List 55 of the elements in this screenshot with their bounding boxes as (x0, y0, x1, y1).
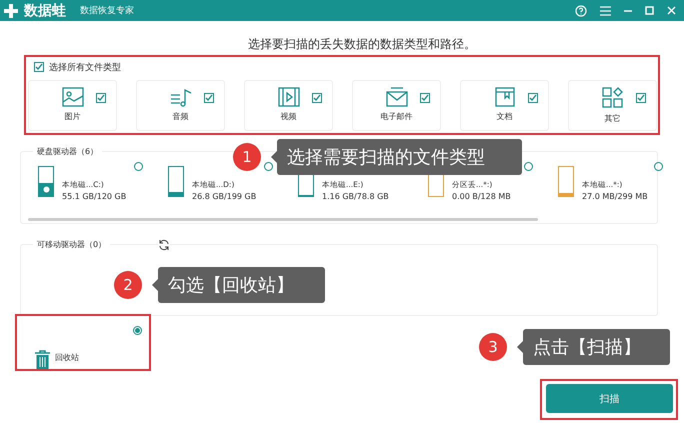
trash-icon (35, 350, 50, 369)
file-type-card[interactable]: 视频 (244, 80, 333, 131)
image-icon (62, 87, 84, 107)
file-type-card[interactable]: 图片 (28, 80, 117, 131)
file-type-card[interactable]: 音频 (136, 80, 225, 131)
checkbox[interactable] (312, 93, 322, 103)
file-type-card[interactable]: 电子邮件 (352, 80, 441, 131)
checkbox[interactable] (636, 93, 646, 103)
app-name: 数据蛙 (24, 2, 66, 20)
section-title: 可移动驱动器（0） (33, 239, 110, 250)
scrollbar[interactable] (28, 218, 538, 221)
checkbox[interactable] (528, 93, 538, 103)
scan-button[interactable]: 扫描 (546, 384, 673, 413)
select-all-label: 选择所有文件类型 (49, 62, 121, 74)
file-type-label: 电子邮件 (380, 111, 412, 122)
radio-button[interactable] (133, 326, 142, 335)
section-title: 硬盘驱动器（6） (33, 146, 102, 157)
heading: 选择要扫描的丢失数据的数据类型和路径。 (247, 36, 477, 52)
film-icon (278, 87, 300, 107)
checkbox[interactable] (420, 93, 430, 103)
minimize-icon[interactable] (624, 10, 632, 12)
file-type-label: 音频 (172, 111, 188, 122)
checkbox[interactable] (96, 93, 106, 103)
document-icon (494, 87, 514, 107)
radio-button[interactable] (524, 162, 533, 171)
file-type-card[interactable]: 文档 (460, 80, 549, 131)
recycle-bin-label: 回收站 (55, 352, 79, 363)
checkbox[interactable] (204, 93, 214, 103)
cross-logo-icon (3, 2, 19, 18)
drive-usage: 1.16 GB/78.8 GB (322, 192, 389, 201)
step-number: 2 (114, 271, 142, 299)
music-icon (170, 87, 192, 107)
drive-usage: 55.1 GB/120 GB (62, 192, 126, 201)
file-type-label: 文档 (496, 111, 512, 122)
app-subtitle: 数据恢复专家 (80, 4, 134, 17)
file-type-label: 图片 (64, 111, 80, 122)
close-icon[interactable] (667, 6, 676, 15)
grid-icon (602, 87, 624, 109)
file-type-label: 其它 (604, 113, 620, 124)
file-type-label: 视频 (280, 111, 296, 122)
radio-button[interactable] (654, 162, 663, 171)
envelope-icon (386, 87, 408, 107)
maximize-icon[interactable] (645, 6, 654, 15)
drive-usage: 26.8 GB/199 GB (192, 192, 256, 201)
step-number: 1 (233, 143, 261, 171)
menu-icon[interactable] (600, 6, 611, 16)
file-type-card[interactable]: 其它 (568, 80, 657, 131)
drive-usage: 0.00 B/128 MB (452, 192, 511, 201)
radio-button[interactable] (134, 162, 143, 171)
drive-usage: 27.0 MB/299 MB (582, 192, 648, 201)
step-number: 3 (479, 333, 507, 361)
checkbox[interactable] (34, 62, 44, 72)
radio-button[interactable] (264, 162, 273, 171)
refresh-icon[interactable] (158, 239, 170, 251)
help-icon[interactable] (575, 4, 587, 16)
